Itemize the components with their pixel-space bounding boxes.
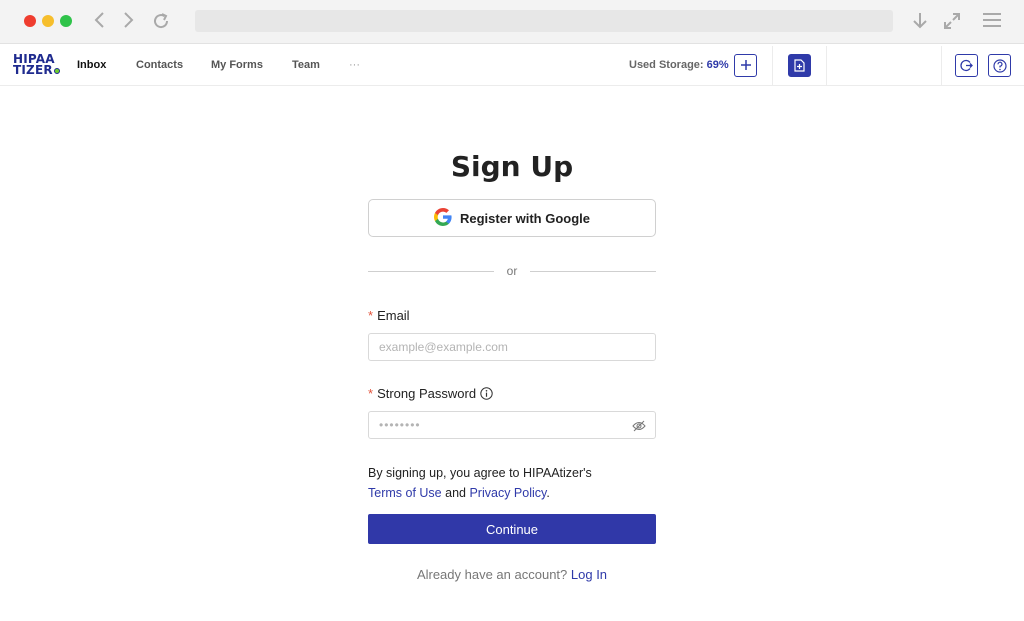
minimize-window-button[interactable] [42,15,54,27]
google-icon [433,207,452,229]
nav-contacts[interactable]: Contacts [136,59,183,71]
email-field[interactable] [368,333,656,361]
privacy-policy-link[interactable]: Privacy Policy [469,486,546,500]
terms-period: . [546,486,550,500]
login-link[interactable]: Log In [571,567,607,582]
logo-dot-icon [53,68,60,74]
or-separator: or [506,264,518,278]
download-icon[interactable] [908,8,932,34]
login-prompt: Already have an account? Log In [368,567,656,582]
storage-value: 69% [706,59,729,71]
reload-icon[interactable] [149,8,173,34]
required-marker: * [368,308,374,323]
password-field[interactable] [368,411,656,439]
nav-divider [941,46,942,85]
maximize-window-button[interactable] [60,15,72,27]
hipaatizer-logo[interactable]: HIPAA TIZER [13,53,65,80]
nav-inbox[interactable]: Inbox [77,59,106,71]
divider-right [530,271,656,272]
continue-button[interactable]: Continue [368,514,656,544]
already-account-text: Already have an account? [416,567,568,582]
logo-text-line2: TIZER [13,63,53,77]
divider-left [368,271,494,272]
logout-icon[interactable] [955,54,978,77]
terms-notice: By signing up, you agree to HIPAAtizer's… [368,463,668,503]
app-navbar: HIPAA TIZER Inbox Contacts My Forms Team… [0,46,1024,86]
hide-password-icon[interactable] [632,419,646,437]
new-document-button[interactable] [788,54,811,77]
google-button-label: Register with Google [459,210,590,226]
address-bar[interactable] [195,10,893,32]
used-storage: Used Storage: 69% [629,59,729,71]
email-label-text: Email [377,308,410,323]
email-label: * Email [368,308,410,323]
nav-divider [772,46,773,85]
terms-of-use-link[interactable]: Terms of Use [368,486,442,500]
register-with-google-button[interactable]: Register with Google [368,199,656,237]
browser-toolbar [0,0,1024,44]
nav-divider [826,46,827,85]
page-title: Sign Up [450,150,574,183]
nav-team[interactable]: Team [292,59,320,71]
close-window-button[interactable] [24,15,36,27]
back-icon[interactable] [88,8,112,34]
menu-icon[interactable] [980,8,1004,34]
fullscreen-icon[interactable] [940,8,964,34]
password-label-text: Strong Password [377,386,477,401]
info-icon[interactable] [480,387,493,403]
forward-icon[interactable] [116,8,140,34]
required-marker: * [368,386,374,401]
terms-text: By signing up, you agree to HIPAAtizer's [368,466,592,480]
nav-my-forms[interactable]: My Forms [211,59,263,71]
password-label: * Strong Password [368,386,493,403]
storage-label: Used Storage: [629,59,704,71]
add-storage-button[interactable] [734,54,757,77]
nav-more[interactable]: ··· [349,59,360,71]
help-icon[interactable] [988,54,1011,77]
terms-and-text: and [445,486,466,500]
